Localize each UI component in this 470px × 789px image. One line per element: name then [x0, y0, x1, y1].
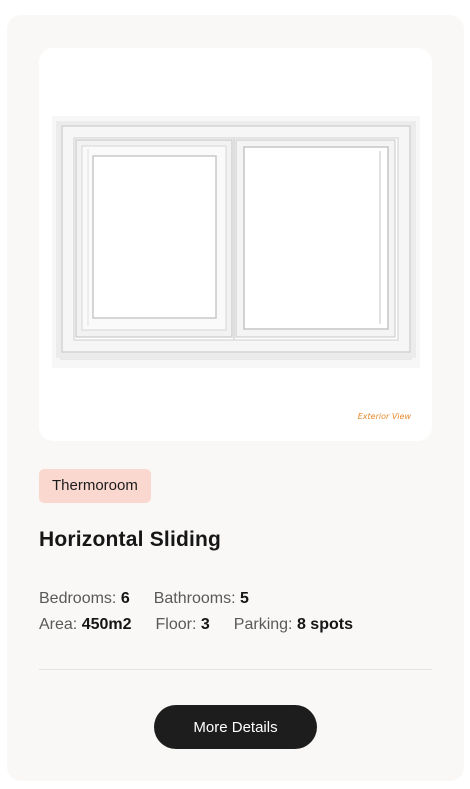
product-title: Horizontal Sliding: [39, 528, 222, 551]
spec-bathrooms-value: 5: [240, 590, 249, 607]
spec-parking: Parking: 8 spots: [234, 612, 353, 638]
spec-row: Bedrooms: 6 Bathrooms: 5: [39, 586, 353, 612]
spec-floor: Floor: 3: [156, 612, 210, 638]
category-tag: Thermoroom: [39, 469, 151, 503]
divider: [39, 669, 432, 670]
product-card: Exterior View Thermoroom Horizontal Slid…: [7, 15, 464, 781]
exterior-view-caption: Exterior View: [357, 412, 411, 421]
spec-bedrooms-value: 6: [120, 590, 130, 607]
sliding-window-image: [52, 116, 420, 368]
spec-list: Bedrooms: 6 Bathrooms: 5 Area: 450m2 Floor…: [39, 586, 353, 638]
spec-bathrooms-label: Bathrooms:: [153, 590, 236, 607]
spec-parking-label: Parking:: [233, 616, 293, 633]
spec-bedrooms-label: Bedrooms:: [39, 590, 117, 607]
spec-area-label: Area:: [39, 616, 78, 633]
more-details-button[interactable]: More Details: [154, 705, 317, 749]
spec-area: Area: 450m2: [39, 612, 132, 638]
spec-row: Area: 450m2 Floor: 3 Parking: 8 spots: [39, 612, 353, 638]
product-image-frame: Exterior View: [39, 48, 432, 441]
spec-area-value: 450m2: [81, 616, 132, 633]
spec-floor-value: 3: [200, 616, 210, 633]
spec-floor-label: Floor:: [155, 616, 197, 633]
spec-bathrooms: Bathrooms: 5: [154, 586, 249, 612]
spec-bedrooms: Bedrooms: 6: [39, 586, 130, 612]
spec-parking-value: 8 spots: [296, 616, 353, 633]
